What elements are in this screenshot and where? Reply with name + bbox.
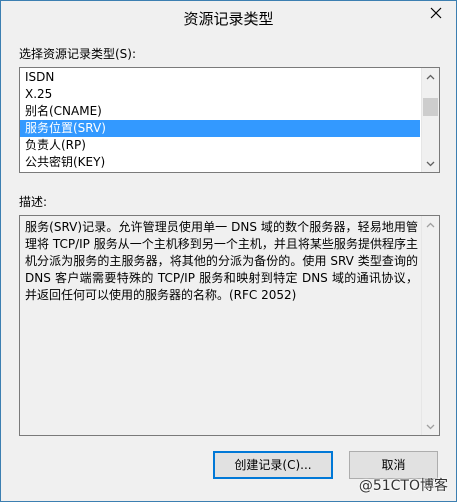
- record-type-item[interactable]: 公共密钥(KEY): [20, 154, 420, 171]
- dialog-window: 资源记录类型 选择资源记录类型(S): ISDN X.25 别名(CNAME) 服务位…: [0, 0, 457, 502]
- close-icon: [430, 7, 442, 19]
- create-record-button[interactable]: 创建记录(C)...: [213, 451, 333, 479]
- desc-scroll-down-button[interactable]: [422, 418, 439, 435]
- scroll-down-button[interactable]: [422, 155, 439, 172]
- description-box: 服务(SRV)记录。允许管理员使用单一 DNS 域的数个服务器，轻易地用管理将 …: [19, 215, 440, 436]
- record-type-item[interactable]: 别名(CNAME): [20, 103, 420, 120]
- description-scrollbar[interactable]: [421, 216, 439, 435]
- record-type-item[interactable]: 服务位置(SRV): [20, 120, 420, 137]
- chevron-down-icon: [426, 424, 435, 429]
- scroll-up-button[interactable]: [422, 68, 439, 85]
- description-label: 描述:: [19, 195, 48, 209]
- record-type-items: ISDN X.25 别名(CNAME) 服务位置(SRV) 负责人(RP) 公共密钥(KE…: [20, 69, 420, 171]
- watermark-text: @51CTO博客: [358, 478, 448, 494]
- listbox-scrollbar[interactable]: [421, 68, 439, 172]
- chevron-down-icon: [426, 161, 435, 166]
- record-type-item[interactable]: X.25: [20, 86, 420, 103]
- record-type-item[interactable]: ISDN: [20, 69, 420, 86]
- scroll-thumb[interactable]: [423, 98, 438, 116]
- description-text: 服务(SRV)记录。允许管理员使用单一 DNS 域的数个服务器，轻易地用管理将 …: [25, 220, 418, 302]
- desc-scroll-up-button[interactable]: [422, 216, 439, 233]
- chevron-up-icon: [426, 74, 435, 79]
- dialog-title: 资源记录类型: [183, 10, 274, 28]
- record-type-item[interactable]: 负责人(RP): [20, 137, 420, 154]
- watermark: @51CTO博客: [359, 475, 448, 495]
- record-type-listbox[interactable]: ISDN X.25 别名(CNAME) 服务位置(SRV) 负责人(RP) 公共密钥(KE…: [19, 67, 440, 173]
- title-bar[interactable]: 资源记录类型: [1, 1, 456, 35]
- chevron-up-icon: [426, 222, 435, 227]
- record-type-list-label: 选择资源记录类型(S):: [19, 47, 137, 61]
- close-button[interactable]: [422, 2, 450, 24]
